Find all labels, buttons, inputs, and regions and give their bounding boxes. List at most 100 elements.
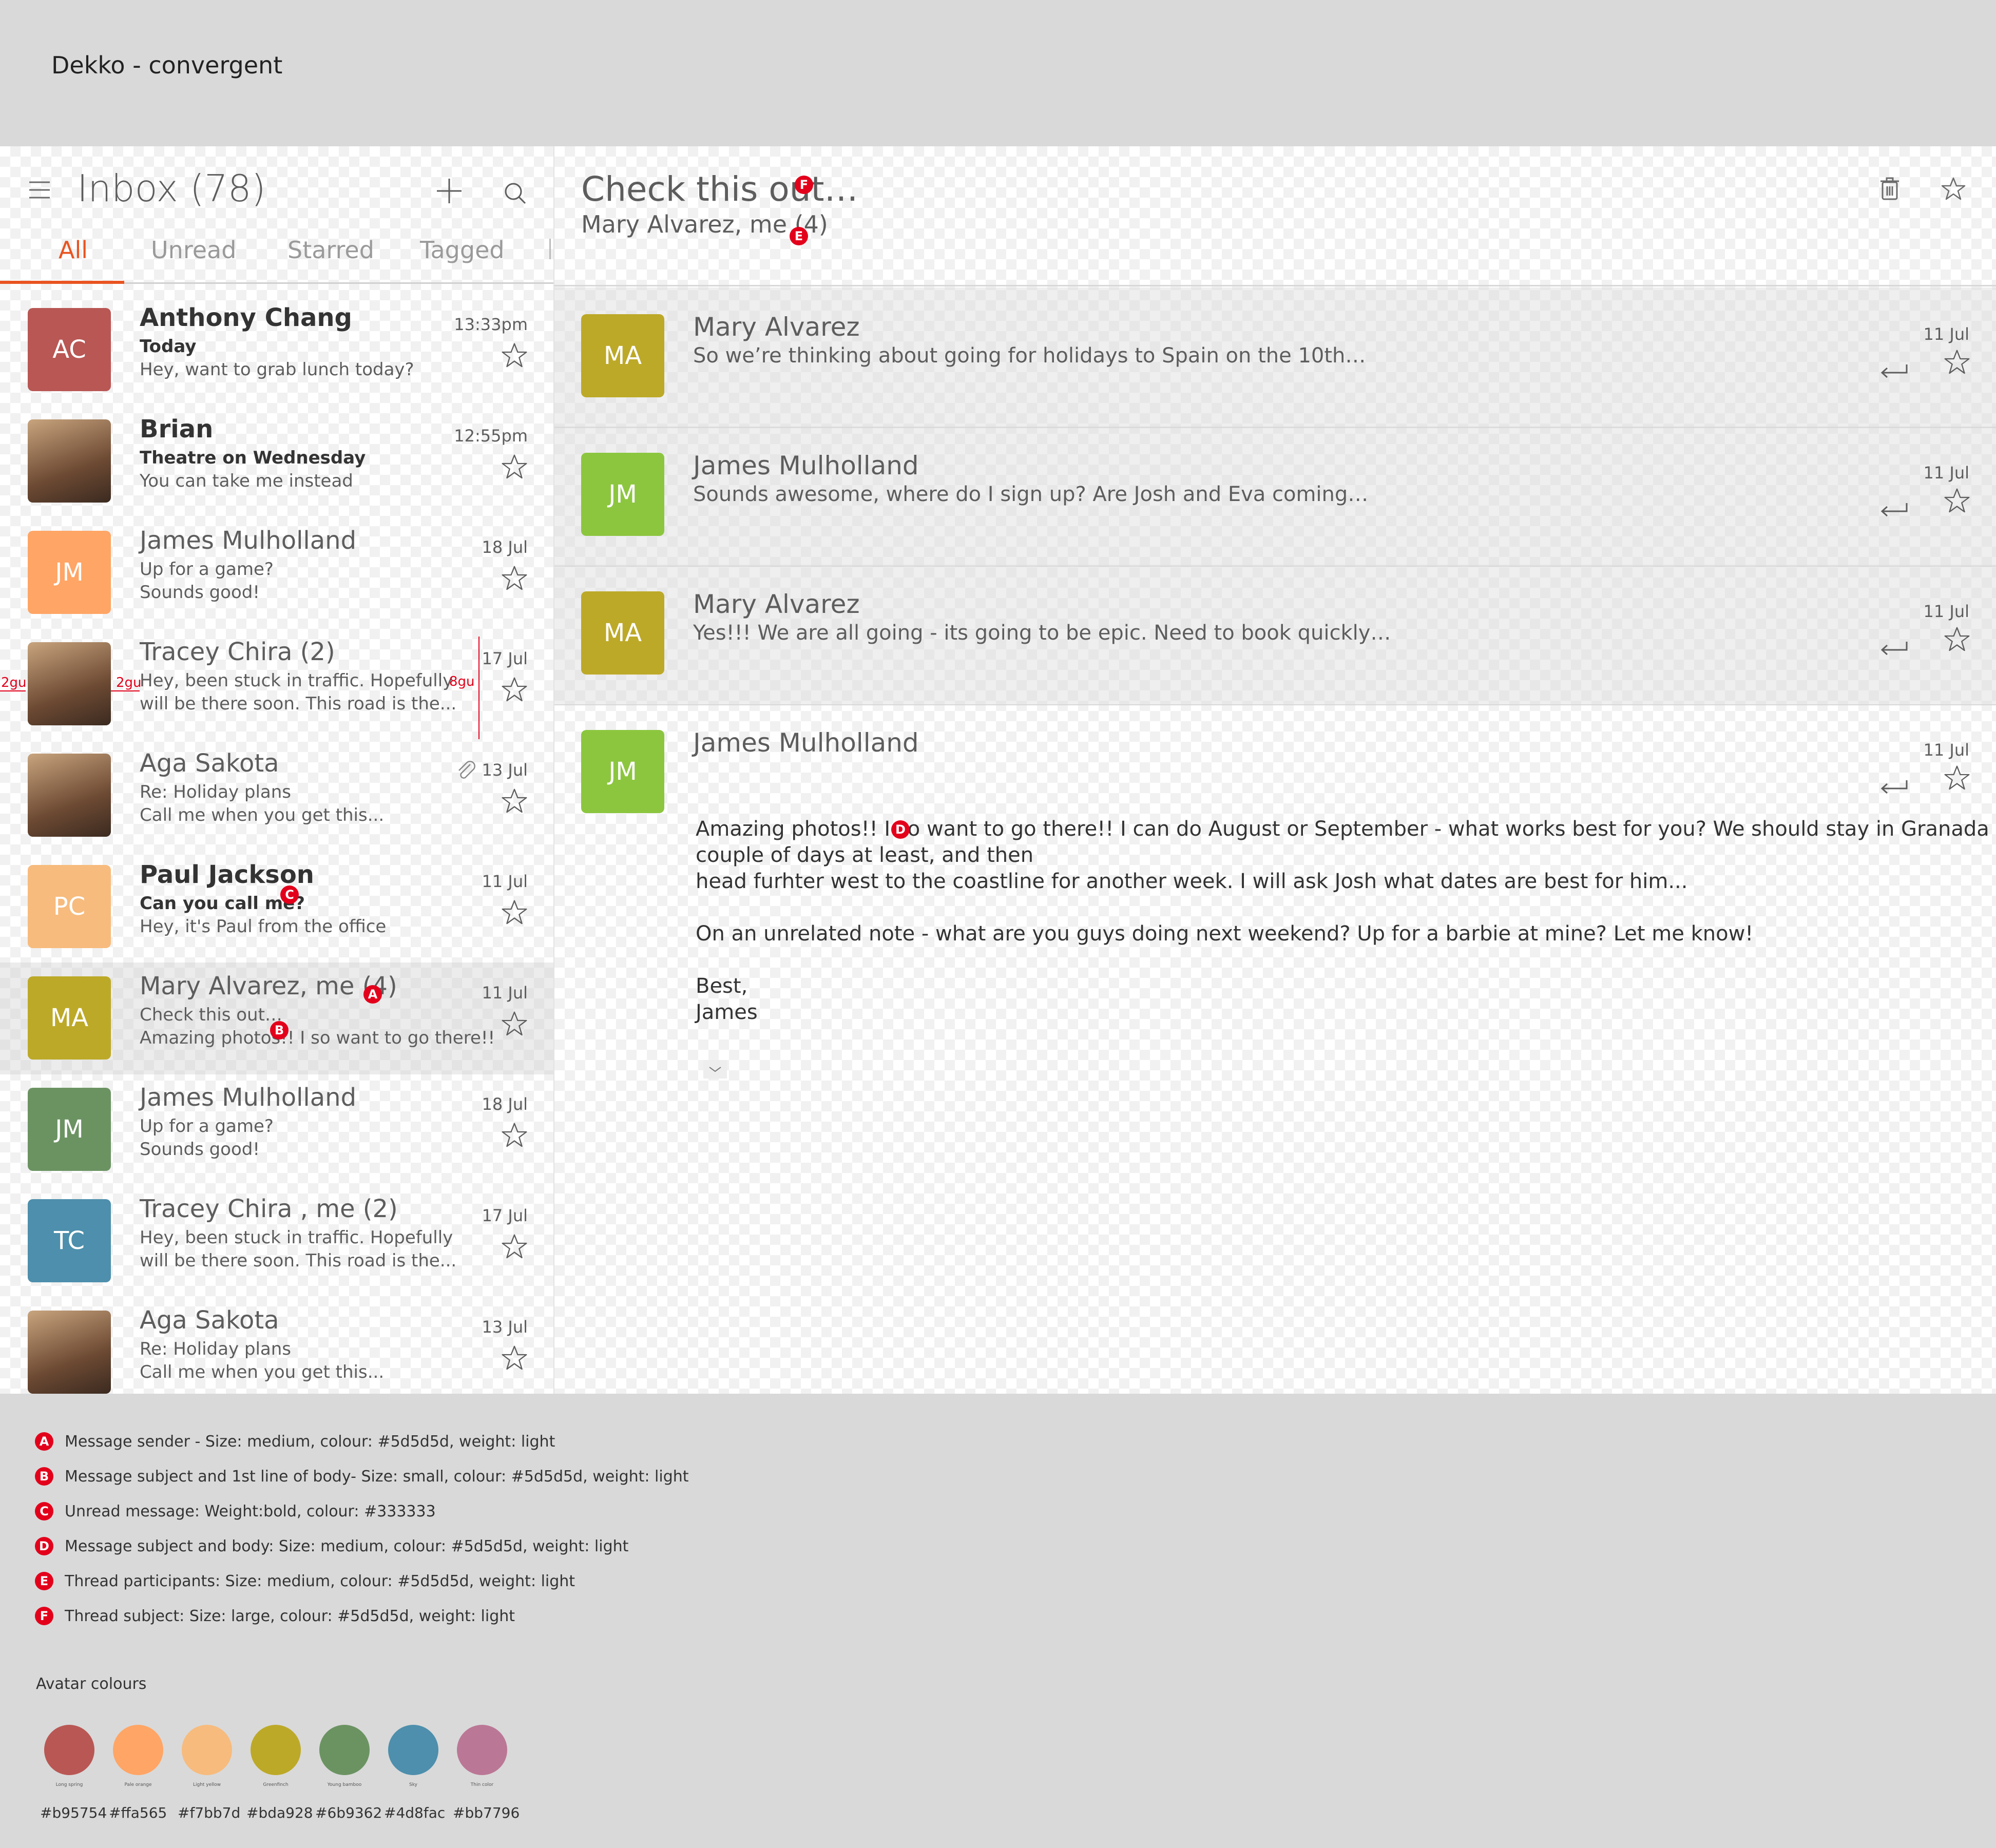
- star-icon[interactable]: [500, 1233, 529, 1261]
- expand-chevron-icon[interactable]: [703, 1060, 727, 1079]
- reply-icon[interactable]: [1878, 776, 1909, 797]
- message-time: 12:55pm: [454, 426, 528, 446]
- message-date: 11 Jul: [1923, 602, 1970, 621]
- star-icon[interactable]: [1943, 348, 1971, 377]
- list-item[interactable]: Brian Theatre on Wednesday You can take me…: [0, 406, 554, 517]
- avatar: AC: [28, 308, 111, 391]
- body-line: Best,: [696, 974, 748, 998]
- legend-badge: D: [35, 1537, 53, 1555]
- message-snippet: Yes!!! We are all going - its going to b…: [693, 621, 1391, 645]
- body-line: On an unrelated note - what are you guys…: [696, 922, 1754, 946]
- message-time: 11 Jul: [482, 983, 528, 1003]
- spec-label-left: 2gu: [1, 675, 27, 690]
- message-preview: Call me when you get this...: [140, 1362, 385, 1382]
- star-icon[interactable]: [500, 1344, 529, 1373]
- spec-label-middle: 2gu: [116, 675, 142, 690]
- legend-item: C Unread message: Weight:bold, colour: #3…: [35, 1502, 436, 1520]
- legend-badge: A: [35, 1432, 53, 1451]
- message-subject: Re: Holiday plans: [140, 782, 292, 802]
- tab-bar: All Unread Starred Tagged: [0, 146, 554, 285]
- tab-overflow: [549, 239, 551, 259]
- legend-badge: E: [35, 1572, 53, 1590]
- star-icon[interactable]: [500, 1121, 529, 1150]
- star-icon[interactable]: [500, 898, 529, 927]
- legend-text: Message subject and body: Size: medium, …: [65, 1537, 629, 1555]
- tab-active-indicator: [0, 281, 124, 284]
- list-item[interactable]: TC Tracey Chira , me (2) Hey, been stuck i…: [0, 1185, 554, 1297]
- spec-label-right: 8gu: [449, 674, 475, 689]
- thread-messages: MA Mary Alvarez So we’re thinking about go…: [554, 287, 1996, 852]
- sender-name: James Mulholland: [140, 1083, 357, 1112]
- legend-text: Thread subject: Size: large, colour: #5d…: [65, 1607, 515, 1625]
- sender-name: Tracey Chira (2): [140, 638, 335, 666]
- message-sender: James Mulholland: [693, 451, 919, 480]
- star-icon[interactable]: [500, 676, 529, 704]
- message-time: 18 Jul: [482, 537, 528, 557]
- message-preview: Sounds good!: [140, 582, 260, 603]
- avatar: MA: [28, 976, 111, 1060]
- avatar-photo: [28, 1311, 111, 1394]
- tab-starred[interactable]: Starred: [287, 236, 374, 264]
- star-icon[interactable]: [500, 1010, 529, 1038]
- reply-icon[interactable]: [1878, 360, 1909, 381]
- tab-all[interactable]: All: [59, 236, 88, 264]
- message-date: 11 Jul: [1923, 740, 1970, 760]
- list-item[interactable]: MA Mary Alvarez, me (4) Check this out… Ama…: [0, 962, 554, 1074]
- avatar: PC: [28, 865, 111, 948]
- star-icon[interactable]: [500, 341, 529, 370]
- legend-badge: F: [35, 1607, 53, 1625]
- annotation-badge-f: F: [795, 176, 813, 194]
- star-icon[interactable]: [500, 564, 529, 593]
- message-preview: will be there soon. This road is the...: [140, 694, 457, 714]
- message-time: 17 Jul: [482, 649, 528, 668]
- list-item[interactable]: JM James Mulholland Up for a game? Sounds g…: [0, 1074, 554, 1186]
- message-preview: Call me when you get this...: [140, 805, 385, 825]
- tab-unread[interactable]: Unread: [151, 236, 236, 264]
- thread-message[interactable]: MA Mary Alvarez So we’re thinking about go…: [554, 287, 1996, 428]
- thread-message[interactable]: MA Mary Alvarez Yes!!! We are all going - …: [554, 565, 1996, 705]
- swatch-hex: #f7bb7d: [178, 1804, 241, 1821]
- message-snippet: Sounds awesome, where do I sign up? Are …: [693, 483, 1369, 506]
- swatch-name: Long spring: [55, 1782, 83, 1787]
- message-subject: Theatre on Wednesday: [140, 448, 366, 468]
- legend-item: A Message sender - Size: medium, colour: …: [35, 1432, 555, 1451]
- legend-badge: C: [35, 1502, 53, 1520]
- message-subject: Check this out…: [140, 1005, 282, 1025]
- legend-badge: B: [35, 1467, 53, 1486]
- legend-text: Message subject and 1st line of body- Si…: [65, 1467, 689, 1486]
- thread-message[interactable]: JM James Mulholland Sounds awesome, where …: [554, 426, 1996, 567]
- annotation-badge-e: E: [790, 227, 808, 245]
- trash-icon[interactable]: [1872, 171, 1908, 207]
- annotation-badge-d: D: [891, 820, 910, 839]
- thread-subject: Check this out…: [581, 169, 858, 209]
- reply-icon[interactable]: [1878, 638, 1909, 658]
- star-icon[interactable]: [1943, 764, 1971, 793]
- message-preview: You can take me instead: [140, 471, 353, 491]
- swatch-hex: #bda928: [246, 1804, 313, 1821]
- avatar: TC: [28, 1199, 111, 1282]
- list-item[interactable]: AC Anthony Chang Today Hey, want to grab lu…: [0, 294, 554, 406]
- tab-tagged[interactable]: Tagged: [420, 236, 505, 264]
- list-item[interactable]: Aga Sakota Re: Holiday plans Call me when …: [0, 1297, 554, 1394]
- message-rows: AC Anthony Chang Today Hey, want to grab lu…: [0, 294, 554, 1394]
- message-subject: Re: Holiday plans: [140, 1339, 292, 1359]
- message-preview: Sounds good!: [140, 1139, 260, 1160]
- message-preview: Hey, want to grab lunch today?: [140, 359, 414, 380]
- swatch-name: Young bamboo: [327, 1782, 362, 1787]
- list-item[interactable]: JM James Mulholland Up for a game? Sounds g…: [0, 517, 554, 629]
- star-icon[interactable]: [1943, 625, 1971, 654]
- reply-icon[interactable]: [1878, 499, 1909, 519]
- star-icon[interactable]: [500, 453, 529, 482]
- star-icon[interactable]: [1943, 487, 1971, 515]
- message-preview: Hey, it's Paul from the office: [140, 916, 387, 937]
- avatar-colour-swatch: [319, 1725, 370, 1775]
- body-line: [696, 895, 1892, 921]
- sender-name: Aga Sakota: [140, 749, 279, 778]
- legend-text: Unread message: Weight:bold, colour: #33…: [65, 1502, 436, 1520]
- list-item[interactable]: Aga Sakota Re: Holiday plans Call me when …: [0, 740, 554, 852]
- swatch-hex: #bb7796: [453, 1804, 520, 1821]
- list-item[interactable]: PC Paul Jackson Can you call me? Hey, it's …: [0, 851, 554, 963]
- star-icon[interactable]: [500, 787, 529, 816]
- avatar: JM: [581, 453, 664, 536]
- star-thread-icon[interactable]: [1935, 171, 1971, 207]
